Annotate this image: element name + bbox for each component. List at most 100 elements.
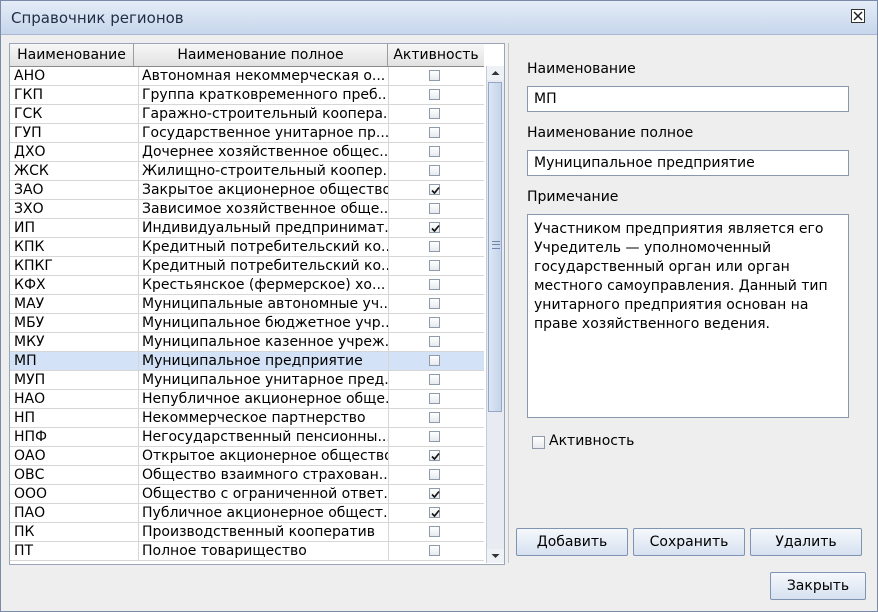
table-row[interactable]: ПАО Публичное акционерное общест... (10, 504, 484, 523)
cell-active (388, 466, 485, 484)
scrollbar-thumb[interactable] (488, 82, 502, 412)
table-row[interactable]: НП Некоммерческое партнерство (10, 409, 484, 428)
table-row[interactable]: МП Муниципальное предприятие (10, 352, 484, 371)
cell-name: МП (14, 353, 37, 369)
row-active-checkbox[interactable] (429, 184, 440, 195)
row-active-checkbox[interactable] (429, 488, 440, 499)
row-active-checkbox[interactable] (429, 317, 440, 328)
close-icon (853, 11, 863, 21)
table-row[interactable]: ЗХО Зависимое хозяйственное обще... (10, 200, 484, 219)
cell-name: ПАО (14, 505, 46, 521)
cell-name: ОВС (14, 467, 45, 483)
table-row[interactable]: КПК Кредитный потребительский ко... (10, 238, 484, 257)
row-active-checkbox[interactable] (429, 203, 440, 214)
row-active-checkbox[interactable] (429, 393, 440, 404)
table-row[interactable]: ГУП Государственное унитарное пр... (10, 124, 484, 143)
row-active-checkbox[interactable] (429, 412, 440, 423)
row-active-checkbox[interactable] (429, 127, 440, 138)
name-field[interactable] (527, 86, 849, 112)
close-button[interactable]: Закрыть (770, 572, 866, 600)
table-row[interactable]: ЖСК Жилищно-строительный коопер... (10, 162, 484, 181)
note-label: Примечание (527, 189, 619, 205)
table-row[interactable]: ДХО Дочернее хозяйственное общес... (10, 143, 484, 162)
table-row[interactable]: НПФ Негосударственный пенсионны... (10, 428, 484, 447)
table-row[interactable]: ГСК Гаражно-строительный коопера... (10, 105, 484, 124)
row-active-checkbox[interactable] (429, 70, 440, 81)
cell-full-name: Непубличное акционерное обще... (138, 390, 388, 408)
cell-name: ПТ (14, 543, 34, 559)
cell-active (388, 352, 485, 370)
title-bar: Справочник регионов (1, 1, 877, 35)
row-active-checkbox[interactable] (429, 374, 440, 385)
table-row[interactable]: КПКГ Кредитный потребительский ко... (10, 257, 484, 276)
checkmark-icon (431, 490, 440, 499)
row-active-checkbox[interactable] (429, 241, 440, 252)
table-row[interactable]: МАУ Муниципальные автономные уч... (10, 295, 484, 314)
cell-name: НП (14, 410, 36, 426)
cell-active (388, 314, 485, 332)
save-button[interactable]: Сохранить (633, 528, 745, 556)
cell-full-name: Дочернее хозяйственное общес... (138, 143, 388, 161)
cell-active (388, 200, 485, 218)
cell-full-name: Открытое акционерное общество (138, 447, 388, 465)
scroll-up-button[interactable] (487, 66, 504, 80)
name-label: Наименование (527, 61, 636, 77)
table-row[interactable]: АНО Автономная некоммерческая о... (10, 67, 484, 86)
panel-divider[interactable] (508, 43, 509, 563)
table-row[interactable]: ПК Производственный кооператив (10, 523, 484, 542)
delete-button[interactable]: Удалить (750, 528, 862, 556)
checkmark-icon (431, 186, 440, 195)
vertical-scrollbar[interactable] (486, 66, 504, 563)
table-row[interactable]: ЗАО Закрытое акционерное общество (10, 181, 484, 200)
cell-name: ЖСК (14, 163, 49, 179)
row-active-checkbox[interactable] (429, 165, 440, 176)
row-active-checkbox[interactable] (429, 545, 440, 556)
cell-full-name: Муниципальное бюджетное учр... (138, 314, 388, 332)
table-row[interactable]: НАО Непубличное акционерное обще... (10, 390, 484, 409)
active-checkbox[interactable] (532, 436, 545, 449)
row-active-checkbox[interactable] (429, 431, 440, 442)
row-active-checkbox[interactable] (429, 279, 440, 290)
cell-active (388, 162, 485, 180)
cell-full-name: Некоммерческое партнерство (138, 409, 388, 427)
column-header-active[interactable]: Активность (388, 44, 484, 66)
table-row[interactable]: МУП Муниципальное унитарное пред... (10, 371, 484, 390)
table-row[interactable]: ГКП Группа кратковременного преб... (10, 86, 484, 105)
row-active-checkbox[interactable] (429, 260, 440, 271)
cell-name: МУП (14, 372, 46, 388)
scroll-down-button[interactable] (487, 549, 504, 563)
row-active-checkbox[interactable] (429, 355, 440, 366)
row-active-checkbox[interactable] (429, 222, 440, 233)
row-active-checkbox[interactable] (429, 450, 440, 461)
cell-active (388, 295, 485, 313)
table-row[interactable]: ИП Индивидуальный предпринимат... (10, 219, 484, 238)
row-active-checkbox[interactable] (429, 146, 440, 157)
cell-active (388, 143, 485, 161)
table-row[interactable]: ОВС Общество взаимного страхован... (10, 466, 484, 485)
row-active-checkbox[interactable] (429, 469, 440, 480)
row-active-checkbox[interactable] (429, 298, 440, 309)
add-button[interactable]: Добавить (516, 528, 628, 556)
note-textarea[interactable]: Участником предприятия является его Учре… (527, 214, 849, 418)
table-row[interactable]: КФХ Крестьянское (фермерское) хо... (10, 276, 484, 295)
table-row[interactable]: ОАО Открытое акционерное общество (10, 447, 484, 466)
cell-full-name: Зависимое хозяйственное обще... (138, 200, 388, 218)
cell-name: ИП (14, 220, 35, 236)
cell-name: МАУ (14, 296, 45, 312)
column-header-full-name[interactable]: Наименование полное (134, 44, 388, 66)
table-row[interactable]: МБУ Муниципальное бюджетное учр... (10, 314, 484, 333)
table-row[interactable]: МКУ Муниципальное казенное учреж... (10, 333, 484, 352)
cell-full-name: Муниципальные автономные уч... (138, 295, 388, 313)
table-row[interactable]: ООО Общество с ограниченной ответ... (10, 485, 484, 504)
row-active-checkbox[interactable] (429, 108, 440, 119)
row-active-checkbox[interactable] (429, 526, 440, 537)
full-name-field[interactable] (527, 150, 849, 176)
window-close-button[interactable] (851, 9, 865, 23)
row-active-checkbox[interactable] (429, 89, 440, 100)
checkmark-icon (431, 509, 440, 518)
table-row[interactable]: ПТ Полное товарищество (10, 542, 484, 561)
column-header-name[interactable]: Наименование (10, 44, 134, 66)
cell-full-name: Автономная некоммерческая о... (138, 67, 388, 85)
row-active-checkbox[interactable] (429, 507, 440, 518)
row-active-checkbox[interactable] (429, 336, 440, 347)
